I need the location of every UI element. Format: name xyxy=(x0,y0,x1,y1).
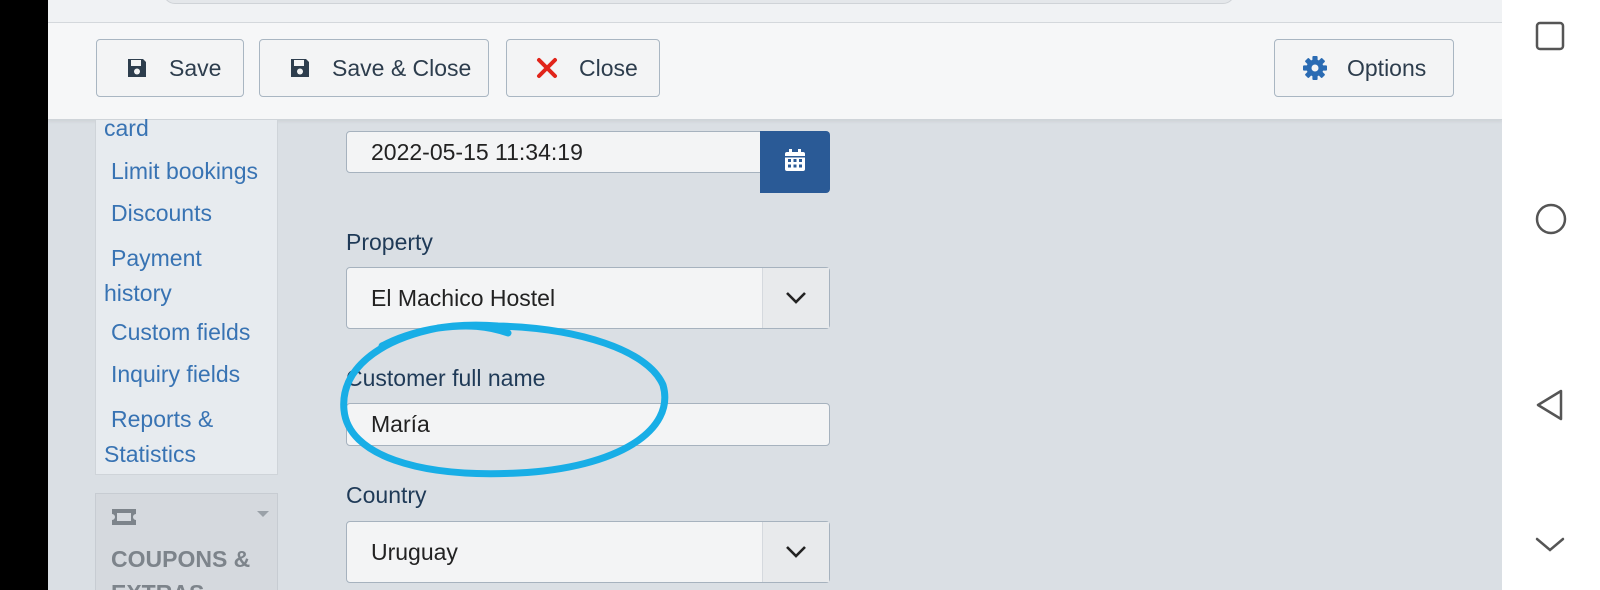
home-icon[interactable] xyxy=(1534,202,1568,241)
recents-icon[interactable] xyxy=(1534,20,1566,57)
annotation-circle xyxy=(340,321,669,478)
app-screen: Save Save & Close Close Options card Lim… xyxy=(48,0,1502,590)
android-nav-bar xyxy=(1502,0,1600,590)
keyboard-hide-icon[interactable] xyxy=(1534,535,1566,560)
back-icon[interactable] xyxy=(1534,388,1566,427)
